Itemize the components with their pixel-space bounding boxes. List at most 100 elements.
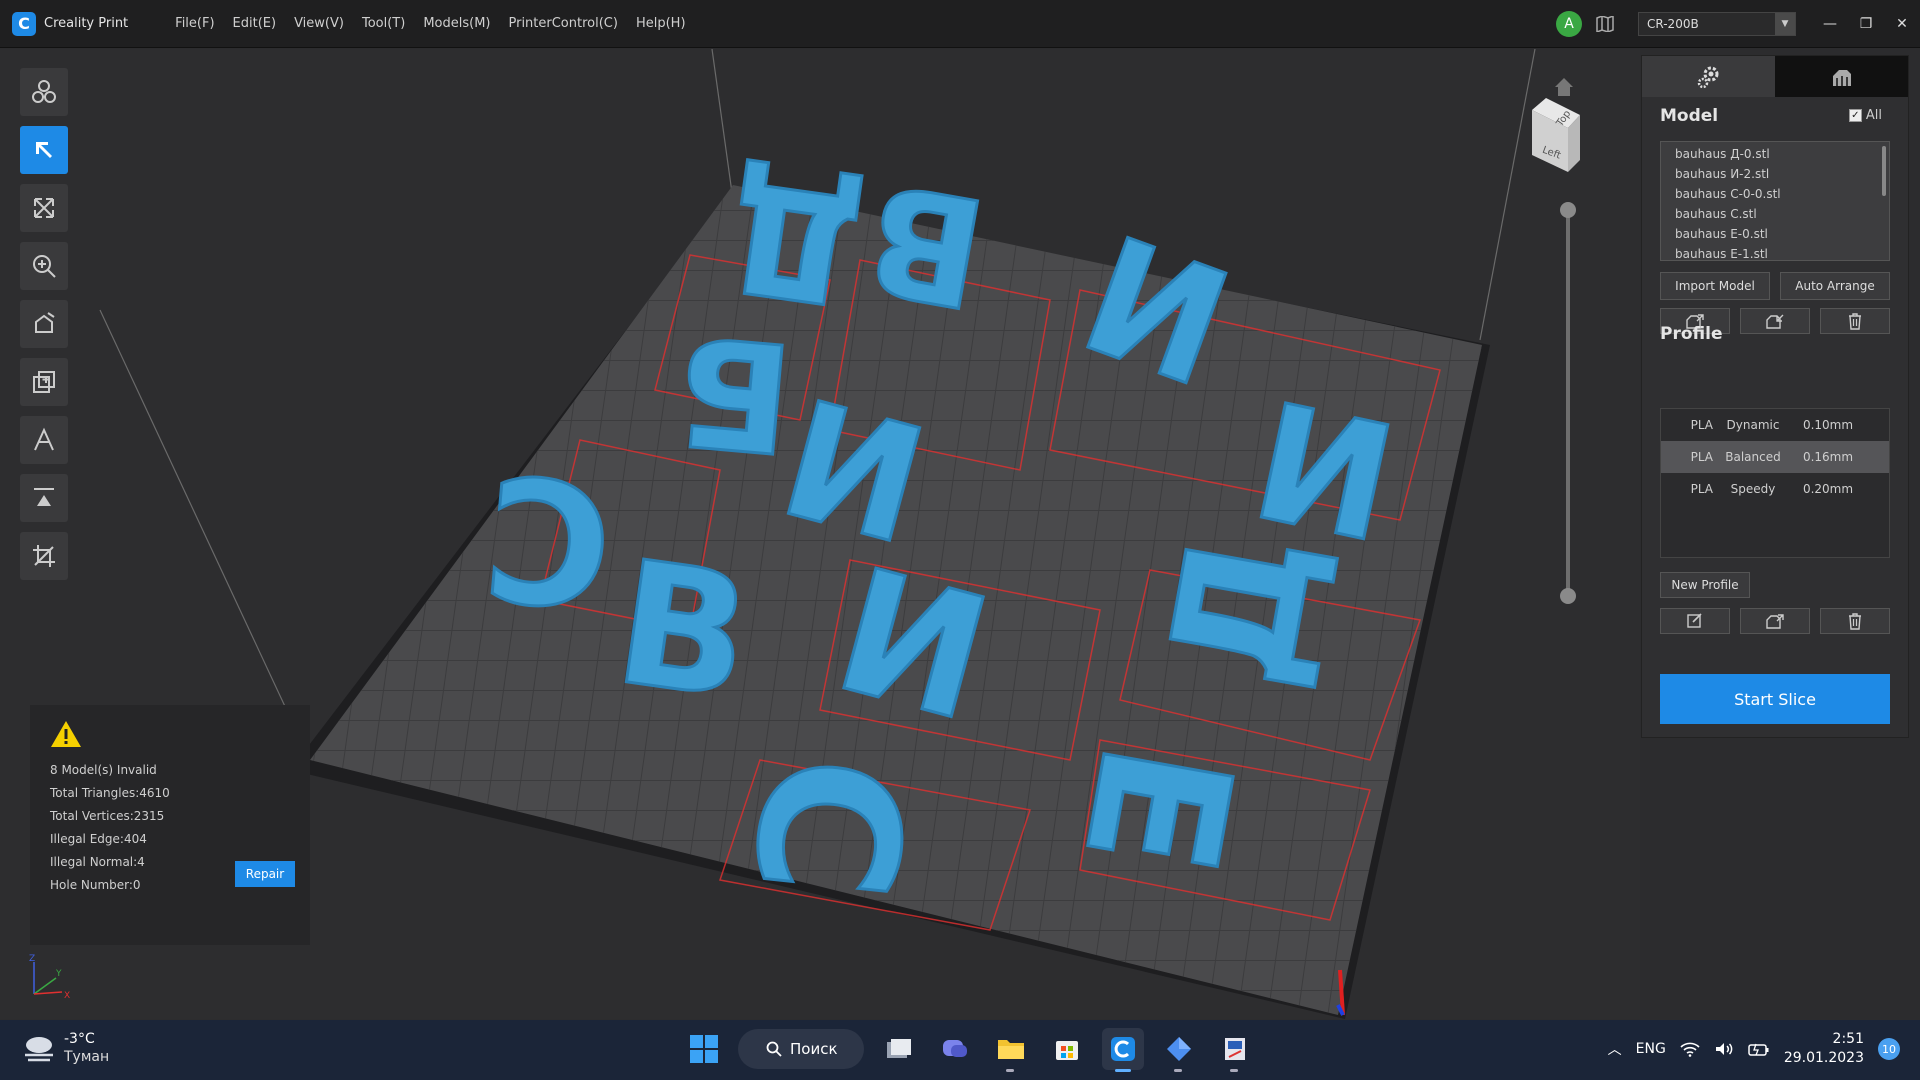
profile-name: Dynamic: [1726, 418, 1780, 432]
edit-icon: [1687, 613, 1702, 628]
sliced-model-icon: [1832, 69, 1851, 86]
layer-slider-top-handle[interactable]: [1560, 202, 1576, 218]
repair-button[interactable]: Repair: [235, 861, 295, 887]
view-cube[interactable]: Top Left: [1532, 98, 1580, 172]
weather-condition: Туман: [64, 1049, 110, 1065]
minimize-button[interactable]: —: [1812, 0, 1848, 48]
profile-delete-button[interactable]: [1820, 608, 1890, 634]
profile-name: Balanced: [1725, 450, 1781, 464]
profile-layer-height: 0.16mm: [1802, 450, 1854, 464]
cut-button[interactable]: [20, 532, 68, 580]
model-letter[interactable]: В: [604, 523, 763, 740]
model-library-button[interactable]: [20, 68, 68, 116]
profile-edit-button[interactable]: [1660, 608, 1730, 634]
menu-models[interactable]: Models(M): [414, 16, 499, 31]
menu-bar: File(F) Edit(E) View(V) Tool(T) Models(M…: [166, 16, 694, 31]
model-letter[interactable]: С: [709, 745, 946, 910]
menu-edit[interactable]: Edit(E): [224, 16, 286, 31]
start-slice-button[interactable]: Start Slice: [1660, 674, 1890, 724]
app-logo-icon: C: [12, 11, 36, 36]
model-letter[interactable]: Б: [668, 299, 800, 485]
new-profile-button[interactable]: New Profile: [1660, 572, 1750, 598]
profile-export-button[interactable]: [1740, 608, 1810, 634]
axis-gizmo: Z Y X: [29, 954, 70, 1001]
volume-icon[interactable]: [1714, 1041, 1734, 1057]
maximize-button[interactable]: ❐: [1848, 0, 1884, 48]
move-arrow-icon: [36, 142, 52, 158]
text-icon: [34, 427, 54, 451]
select-all-checkbox[interactable]: ✓ All: [1848, 108, 1882, 123]
app-gem-button[interactable]: [1158, 1028, 1200, 1072]
app-installer-button[interactable]: [1214, 1028, 1256, 1072]
notification-badge[interactable]: 10: [1878, 1038, 1900, 1060]
printer-select-value: CR-200B: [1647, 17, 1699, 31]
auto-arrange-button[interactable]: Auto Arrange: [1780, 272, 1890, 300]
model-list-scrollbar[interactable]: [1882, 146, 1886, 196]
title-bar: C Creality Print File(F) Edit(E) View(V)…: [0, 0, 1920, 48]
list-item[interactable]: bauhaus E-1.stl: [1675, 244, 1875, 260]
clock[interactable]: 2:51 29.01.2023: [1784, 1030, 1864, 1068]
select-all-label: All: [1865, 108, 1882, 123]
crop-icon: [33, 545, 55, 567]
task-view-icon: [887, 1039, 911, 1058]
menu-help[interactable]: Help(H): [627, 16, 695, 31]
printer-select[interactable]: CR-200B ▼: [1638, 12, 1796, 36]
list-item[interactable]: bauhaus C.stl: [1675, 204, 1875, 224]
duplicate-icon: [33, 371, 55, 393]
user-avatar[interactable]: A: [1556, 11, 1582, 37]
model-import-button[interactable]: [1740, 308, 1810, 334]
menu-file[interactable]: File(F): [166, 16, 223, 31]
wifi-icon[interactable]: [1680, 1041, 1700, 1057]
list-item[interactable]: bauhaus С-0-0.stl: [1675, 184, 1875, 204]
menu-tool[interactable]: Tool(T): [353, 16, 414, 31]
text-tool-button[interactable]: [20, 416, 68, 464]
profile-row-balanced[interactable]: PLA Balanced 0.16mm: [1661, 441, 1889, 473]
running-indicator: [1230, 1069, 1238, 1072]
trash-icon: [1849, 613, 1861, 630]
creality-print-taskbar-button[interactable]: [1102, 1028, 1144, 1072]
menu-printer-control[interactable]: PrinterControl(C): [499, 16, 626, 31]
task-view-button[interactable]: [878, 1028, 920, 1070]
volume-edge-right: [1479, 49, 1536, 341]
close-button[interactable]: ✕: [1884, 0, 1920, 48]
rotate-button[interactable]: [20, 300, 68, 348]
model-delete-button[interactable]: [1820, 308, 1890, 334]
model-letter[interactable]: С: [476, 433, 621, 644]
import-model-button[interactable]: Import Model: [1660, 272, 1770, 300]
clock-date: 29.01.2023: [1783, 1050, 1864, 1066]
model-list[interactable]: bauhaus Д-0.stl bauhaus И-2.stl bauhaus …: [1660, 141, 1890, 261]
home-view-icon[interactable]: [1555, 78, 1573, 96]
profile-material: PLA: [1690, 418, 1713, 432]
chevron-down-icon: ▼: [1775, 13, 1795, 35]
input-language[interactable]: ENG: [1636, 1041, 1666, 1057]
profile-row-speedy[interactable]: PLA Speedy 0.20mm: [1661, 473, 1889, 505]
weather-widget[interactable]: -3°C Туман: [22, 1030, 109, 1066]
teams-chat-button[interactable]: [934, 1028, 976, 1070]
start-button[interactable]: [684, 1029, 724, 1069]
app-title: Creality Print: [44, 16, 129, 31]
profile-material: PLA: [1690, 450, 1713, 464]
tab-preview[interactable]: [1775, 56, 1908, 97]
layer-slider-bottom-handle[interactable]: [1560, 588, 1576, 604]
gem-icon: [1167, 1037, 1191, 1061]
menu-view[interactable]: View(V): [285, 16, 353, 31]
lay-flat-button[interactable]: [20, 474, 68, 522]
profile-list[interactable]: PLA Dynamic 0.10mm PLA Balanced 0.16mm P…: [1660, 408, 1890, 558]
profile-row-dynamic[interactable]: PLA Dynamic 0.10mm: [1661, 409, 1889, 441]
zoom-button[interactable]: [20, 242, 68, 290]
store-button[interactable]: [1046, 1028, 1088, 1070]
duplicate-button[interactable]: [20, 358, 68, 406]
list-item[interactable]: bauhaus И-2.stl: [1675, 164, 1875, 184]
taskbar-search[interactable]: Поиск: [738, 1029, 864, 1069]
profile-material: PLA: [1690, 482, 1713, 496]
tab-settings[interactable]: [1642, 56, 1775, 97]
folder-icon: [998, 1040, 1024, 1059]
chevron-up-icon[interactable]: ︿: [1608, 1039, 1622, 1059]
battery-icon[interactable]: [1748, 1041, 1770, 1057]
list-item[interactable]: bauhaus E-0.stl: [1675, 224, 1875, 244]
list-item[interactable]: bauhaus Д-0.stl: [1675, 144, 1875, 164]
file-explorer-button[interactable]: [990, 1028, 1032, 1072]
scale-button[interactable]: [20, 184, 68, 232]
select-move-button[interactable]: [20, 126, 68, 174]
map-icon[interactable]: [1596, 16, 1614, 32]
